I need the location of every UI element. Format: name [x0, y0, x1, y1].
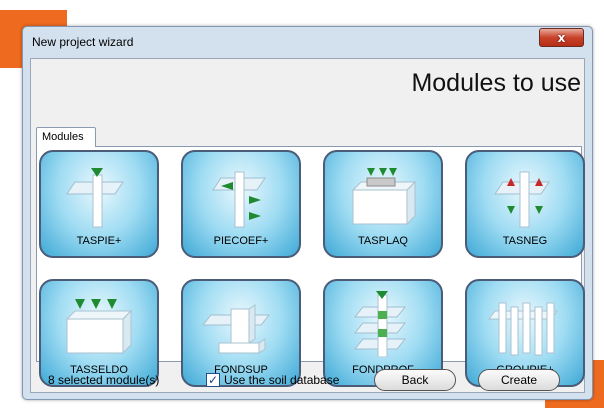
- close-button[interactable]: x: [539, 28, 584, 47]
- back-button[interactable]: Back: [374, 369, 456, 391]
- single-pile-icon: [66, 168, 124, 228]
- module-label: TASNEG: [502, 235, 548, 247]
- create-button[interactable]: Create: [478, 369, 560, 391]
- close-icon: x: [557, 30, 566, 45]
- module-label: TASPIE+: [76, 235, 122, 247]
- module-tasplaq[interactable]: TASPLAQ: [323, 150, 443, 258]
- module-tasseldo[interactable]: TASSELDO: [39, 279, 159, 387]
- module-piecoef[interactable]: PIECOEF+: [181, 150, 301, 258]
- window-title: New project wizard: [32, 35, 134, 49]
- deep-foundation-icon: [353, 291, 407, 357]
- soil-database-checkbox[interactable]: ✓: [206, 373, 220, 387]
- module-tasneg[interactable]: TASNEG: [465, 150, 585, 258]
- shallow-foundation-icon: [203, 304, 271, 354]
- negative-friction-icon: [494, 171, 550, 228]
- pile-coefficient-icon: [212, 171, 266, 228]
- module-fondsup[interactable]: FONDSUP: [181, 279, 301, 387]
- page-heading: Modules to use: [411, 69, 581, 97]
- title-bar: New project wizard x: [23, 27, 592, 57]
- wizard-window: New project wizard x Modules to use Modu…: [22, 26, 593, 400]
- pile-group-icon: [488, 302, 558, 356]
- checkmark-icon: ✓: [207, 373, 219, 387]
- wizard-content: Modules to use Modules TASPIE+ PIECOEF+ …: [30, 58, 585, 393]
- settlement-block-icon: [65, 299, 133, 355]
- module-label: PIECOEF+: [213, 235, 269, 247]
- soil-database-label: Use the soil database: [224, 373, 340, 387]
- plate-on-soil-icon: [351, 168, 417, 226]
- tab-modules[interactable]: Modules: [36, 127, 96, 147]
- selected-modules-count: 8 selected module(s): [48, 373, 160, 387]
- module-taspie[interactable]: TASPIE+: [39, 150, 159, 258]
- modules-panel: TASPIE+ PIECOEF+ TASPLAQ TASNEG TASSELDO…: [36, 146, 585, 387]
- module-label: TASPLAQ: [358, 235, 408, 247]
